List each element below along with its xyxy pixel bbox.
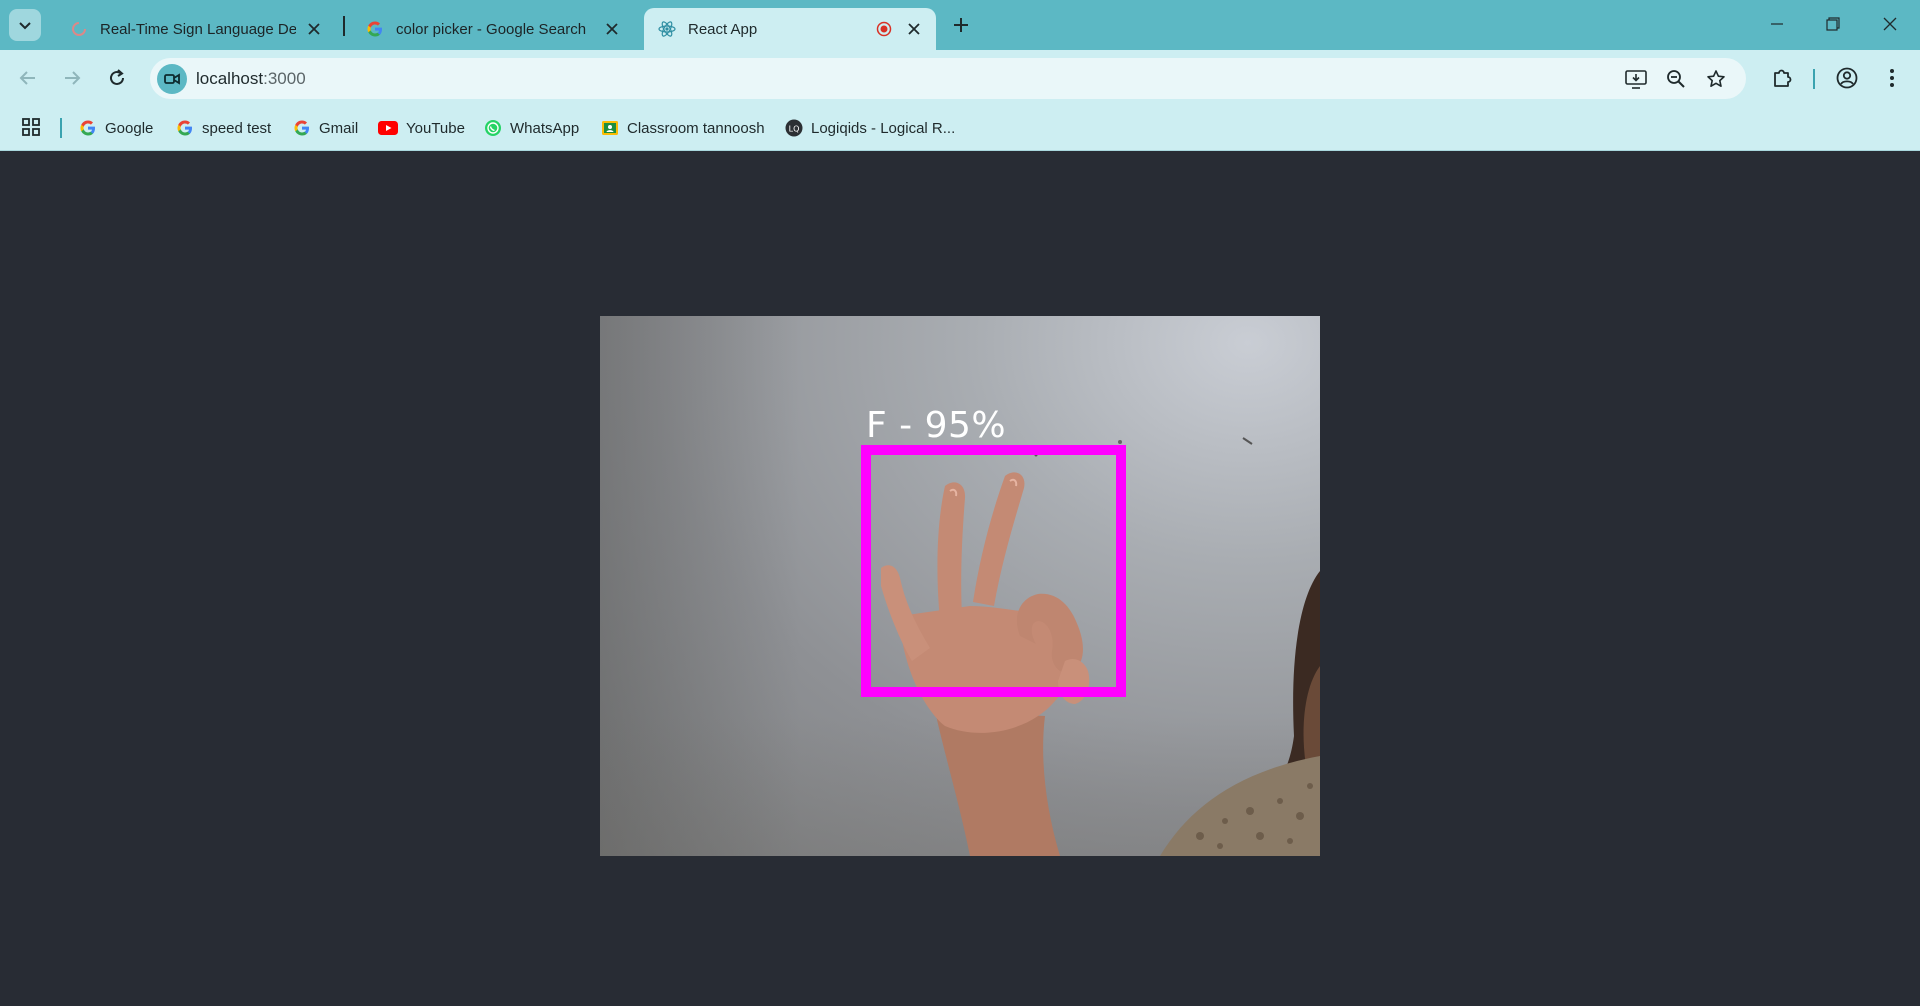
bookmark-youtube[interactable]: YouTube	[378, 115, 465, 141]
svg-text:LQ: LQ	[789, 125, 800, 134]
bookmark-gmail[interactable]: Gmail	[293, 115, 358, 141]
bookmark-logiqids[interactable]: LQ Logiqids - Logical R...	[785, 115, 955, 141]
ring-favicon-icon	[70, 20, 88, 38]
close-icon	[1883, 17, 1897, 31]
tab-color-picker[interactable]: color picker - Google Search	[352, 8, 634, 50]
address-bar[interactable]: localhost:3000	[150, 58, 1746, 99]
tab-title: color picker - Google Search	[396, 20, 587, 38]
plus-icon	[954, 18, 968, 32]
forward-button[interactable]	[56, 62, 88, 94]
whatsapp-icon	[484, 119, 502, 137]
bookmarks-bar: Google speed test Gmail YouTube WhatsApp…	[0, 106, 1920, 151]
close-tab-icon[interactable]	[304, 19, 324, 39]
close-tab-icon[interactable]	[602, 19, 622, 39]
minimize-button[interactable]	[1757, 8, 1797, 40]
arrow-right-icon	[65, 71, 81, 85]
minimize-icon	[1771, 23, 1783, 25]
close-window-button[interactable]	[1870, 8, 1910, 40]
restore-icon	[1826, 17, 1840, 31]
menu-button[interactable]	[1876, 62, 1908, 94]
logiqids-icon: LQ	[785, 119, 803, 137]
bookmark-whatsapp[interactable]: WhatsApp	[484, 115, 579, 141]
star-icon	[1707, 70, 1725, 87]
bookmark-label: YouTube	[406, 119, 465, 137]
new-tab-button[interactable]	[948, 12, 974, 38]
url-text[interactable]: localhost:3000	[196, 69, 306, 89]
zoom-out-icon	[1667, 70, 1685, 88]
reload-button[interactable]	[101, 62, 133, 94]
bookmark-google[interactable]: Google	[79, 115, 153, 141]
webcam-feed: F - 95%	[600, 316, 1320, 856]
apps-grid-icon	[22, 118, 40, 136]
detection-bounding-box	[861, 445, 1126, 697]
youtube-icon	[378, 119, 398, 137]
back-button[interactable]	[12, 62, 44, 94]
toolbar-divider	[1813, 69, 1815, 89]
recording-indicator-icon	[874, 19, 894, 39]
apps-grid-button[interactable]	[21, 117, 43, 139]
google-icon	[366, 20, 384, 38]
more-vertical-icon	[1890, 69, 1894, 87]
tab-strip: Real-Time Sign Language Detec color pick…	[0, 0, 1920, 50]
chevron-down-icon	[19, 22, 31, 30]
account-icon	[1836, 67, 1858, 89]
site-info-button[interactable]	[157, 64, 187, 94]
bookmarks-divider	[60, 118, 62, 138]
tab-search-button[interactable]	[9, 9, 41, 41]
close-tab-icon[interactable]	[904, 19, 924, 39]
url-host: localhost	[196, 69, 264, 88]
bookmark-label: WhatsApp	[510, 119, 580, 137]
bookmark-label: speed test	[202, 119, 272, 137]
browser-toolbar: localhost:3000	[0, 50, 1920, 106]
extensions-button[interactable]	[1766, 62, 1798, 94]
bookmark-label: Logiqids - Logical R...	[811, 119, 956, 137]
install-app-button[interactable]	[1623, 66, 1649, 92]
detection-label: F - 95%	[866, 405, 1007, 446]
react-icon	[658, 20, 676, 38]
tab-sign-language[interactable]: Real-Time Sign Language Detec	[56, 8, 336, 50]
classroom-icon	[601, 119, 619, 137]
bookmark-star-button[interactable]	[1703, 66, 1729, 92]
react-app-page: F - 95%	[0, 151, 1920, 1006]
bookmark-label: Classroom tannoosh	[627, 119, 765, 137]
bookmark-speed-test[interactable]: speed test	[176, 115, 271, 141]
tab-react-app[interactable]: React App	[644, 8, 936, 50]
google-icon	[79, 119, 97, 137]
url-port: :3000	[263, 69, 306, 88]
google-icon	[293, 119, 311, 137]
google-icon	[176, 119, 194, 137]
zoom-button[interactable]	[1663, 66, 1689, 92]
install-icon	[1625, 70, 1647, 89]
bookmark-classroom[interactable]: Classroom tannoosh	[601, 115, 765, 141]
bookmark-label: Google	[105, 119, 154, 137]
arrow-left-icon	[19, 71, 35, 85]
reload-icon	[110, 69, 124, 85]
tab-separator	[343, 16, 345, 36]
bookmark-label: Gmail	[319, 119, 359, 137]
tab-title: Real-Time Sign Language Detec	[100, 20, 296, 38]
restore-button[interactable]	[1813, 8, 1853, 40]
tab-title: React App	[688, 20, 758, 38]
profile-button[interactable]	[1831, 62, 1863, 94]
puzzle-icon	[1774, 69, 1792, 87]
camera-icon	[164, 73, 180, 85]
